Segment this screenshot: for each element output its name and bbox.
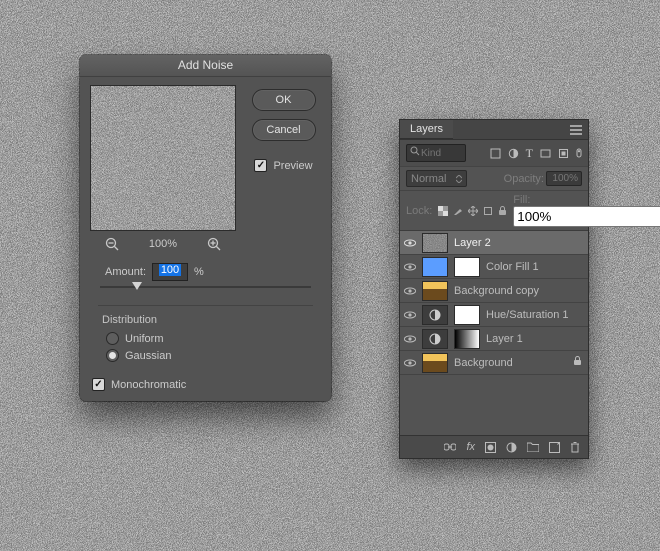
lock-transparency-icon[interactable] [438, 206, 448, 216]
monochromatic-checkbox[interactable] [92, 378, 105, 391]
layer-name[interactable]: Background copy [454, 285, 539, 297]
panel-tabbar: Layers [400, 120, 588, 140]
radio-dot-icon [106, 349, 119, 362]
visibility-toggle[interactable] [404, 309, 416, 321]
amount-input[interactable]: 100 [152, 263, 188, 281]
radio-dot-icon [106, 332, 119, 345]
layer-thumbnail[interactable] [422, 233, 448, 253]
lock-brush-icon[interactable] [453, 206, 463, 216]
zoom-out-icon[interactable] [105, 237, 119, 251]
layer-mask-icon[interactable] [485, 442, 496, 453]
layer-thumbnail[interactable] [422, 257, 448, 277]
layer-row[interactable]: Hue/Saturation 1 [400, 303, 588, 327]
adjustment-icon[interactable] [422, 329, 448, 349]
distribution-uniform-radio[interactable]: Uniform [106, 332, 313, 345]
layers-tab[interactable]: Layers [400, 120, 453, 139]
eye-icon [404, 239, 416, 247]
opacity-label: Opacity: [504, 173, 544, 185]
layer-filter-row: T [400, 140, 588, 167]
filter-toggle-icon[interactable] [576, 148, 582, 158]
delete-layer-icon[interactable] [570, 441, 580, 453]
lock-icon [573, 356, 582, 369]
dialog-title: Add Noise [80, 55, 331, 77]
layers-list: Layer 2 Color Fill 1 Background copy Hue… [400, 231, 588, 435]
layers-footer: fx [400, 435, 588, 458]
opacity-input[interactable] [546, 171, 582, 186]
panel-close-icon[interactable]: ✕ [577, 106, 585, 117]
layer-row[interactable]: Layer 2 [400, 231, 588, 255]
lock-label: Lock: [406, 205, 432, 217]
adjustment-icon[interactable] [422, 305, 448, 325]
layers-panel: ✕ Layers T Normal Opacity: Loc [399, 119, 589, 459]
search-icon [410, 146, 420, 156]
lock-move-icon[interactable] [468, 206, 478, 216]
panel-menu-icon[interactable] [570, 125, 582, 135]
lock-row: Lock: Fill: [400, 191, 588, 231]
layer-name[interactable]: Background [454, 357, 513, 369]
uniform-label: Uniform [125, 333, 164, 345]
eye-icon [404, 263, 416, 271]
filter-smart-icon[interactable] [558, 148, 569, 159]
lock-artboard-icon[interactable] [483, 206, 493, 216]
blend-mode-select[interactable]: Normal [406, 170, 467, 187]
new-group-icon[interactable] [527, 442, 539, 452]
eye-icon [404, 311, 416, 319]
filter-shape-icon[interactable] [540, 148, 551, 159]
layer-row[interactable]: Background [400, 351, 588, 375]
distribution-gaussian-radio[interactable]: Gaussian [106, 349, 313, 362]
layer-name[interactable]: Hue/Saturation 1 [486, 309, 569, 321]
cancel-button[interactable]: Cancel [252, 119, 316, 141]
lock-all-icon[interactable] [498, 206, 507, 216]
filter-pixel-icon[interactable] [490, 148, 501, 159]
layer-row[interactable]: Color Fill 1 [400, 255, 588, 279]
add-noise-dialog: Add Noise OK Cancel Preview 100% Amount:… [80, 55, 331, 401]
slider-thumb-icon[interactable] [132, 282, 142, 290]
layer-name[interactable]: Layer 1 [486, 333, 523, 345]
monochromatic-label: Monochromatic [111, 379, 186, 391]
fill-label: Fill: [513, 194, 530, 206]
fill-input[interactable] [513, 206, 660, 227]
layer-mask-thumbnail[interactable] [454, 305, 480, 325]
layer-name[interactable]: Layer 2 [454, 237, 491, 249]
visibility-toggle[interactable] [404, 285, 416, 297]
layer-style-icon[interactable]: fx [466, 441, 475, 453]
visibility-toggle[interactable] [404, 261, 416, 273]
visibility-toggle[interactable] [404, 357, 416, 369]
ok-button[interactable]: OK [252, 89, 316, 111]
blend-row: Normal Opacity: [400, 167, 588, 191]
layer-thumbnail[interactable] [422, 281, 448, 301]
layer-mask-thumbnail[interactable] [454, 257, 480, 277]
gaussian-label: Gaussian [125, 350, 171, 362]
preview-checkbox[interactable] [254, 159, 267, 172]
layer-row[interactable]: Background copy [400, 279, 588, 303]
amount-label: Amount: [90, 266, 146, 278]
amount-suffix: % [194, 266, 204, 278]
visibility-toggle[interactable] [404, 333, 416, 345]
eye-icon [404, 359, 416, 367]
link-layers-icon[interactable] [444, 443, 456, 451]
layer-mask-thumbnail[interactable] [454, 329, 480, 349]
chevron-updown-icon [456, 175, 462, 183]
filter-type-icon[interactable]: T [526, 146, 533, 161]
visibility-toggle[interactable] [404, 237, 416, 249]
layer-row[interactable]: Layer 1 [400, 327, 588, 351]
layer-thumbnail[interactable] [422, 353, 448, 373]
zoom-in-icon[interactable] [207, 237, 221, 251]
new-adjustment-icon[interactable] [506, 442, 517, 453]
noise-preview [90, 85, 236, 231]
distribution-label: Distribution [102, 314, 313, 326]
amount-slider[interactable] [100, 281, 311, 295]
filter-adjust-icon[interactable] [508, 148, 519, 159]
layer-name[interactable]: Color Fill 1 [486, 261, 539, 273]
zoom-level: 100% [149, 238, 177, 250]
preview-label: Preview [273, 160, 312, 172]
eye-icon [404, 335, 416, 343]
eye-icon [404, 287, 416, 295]
new-layer-icon[interactable] [549, 442, 560, 453]
